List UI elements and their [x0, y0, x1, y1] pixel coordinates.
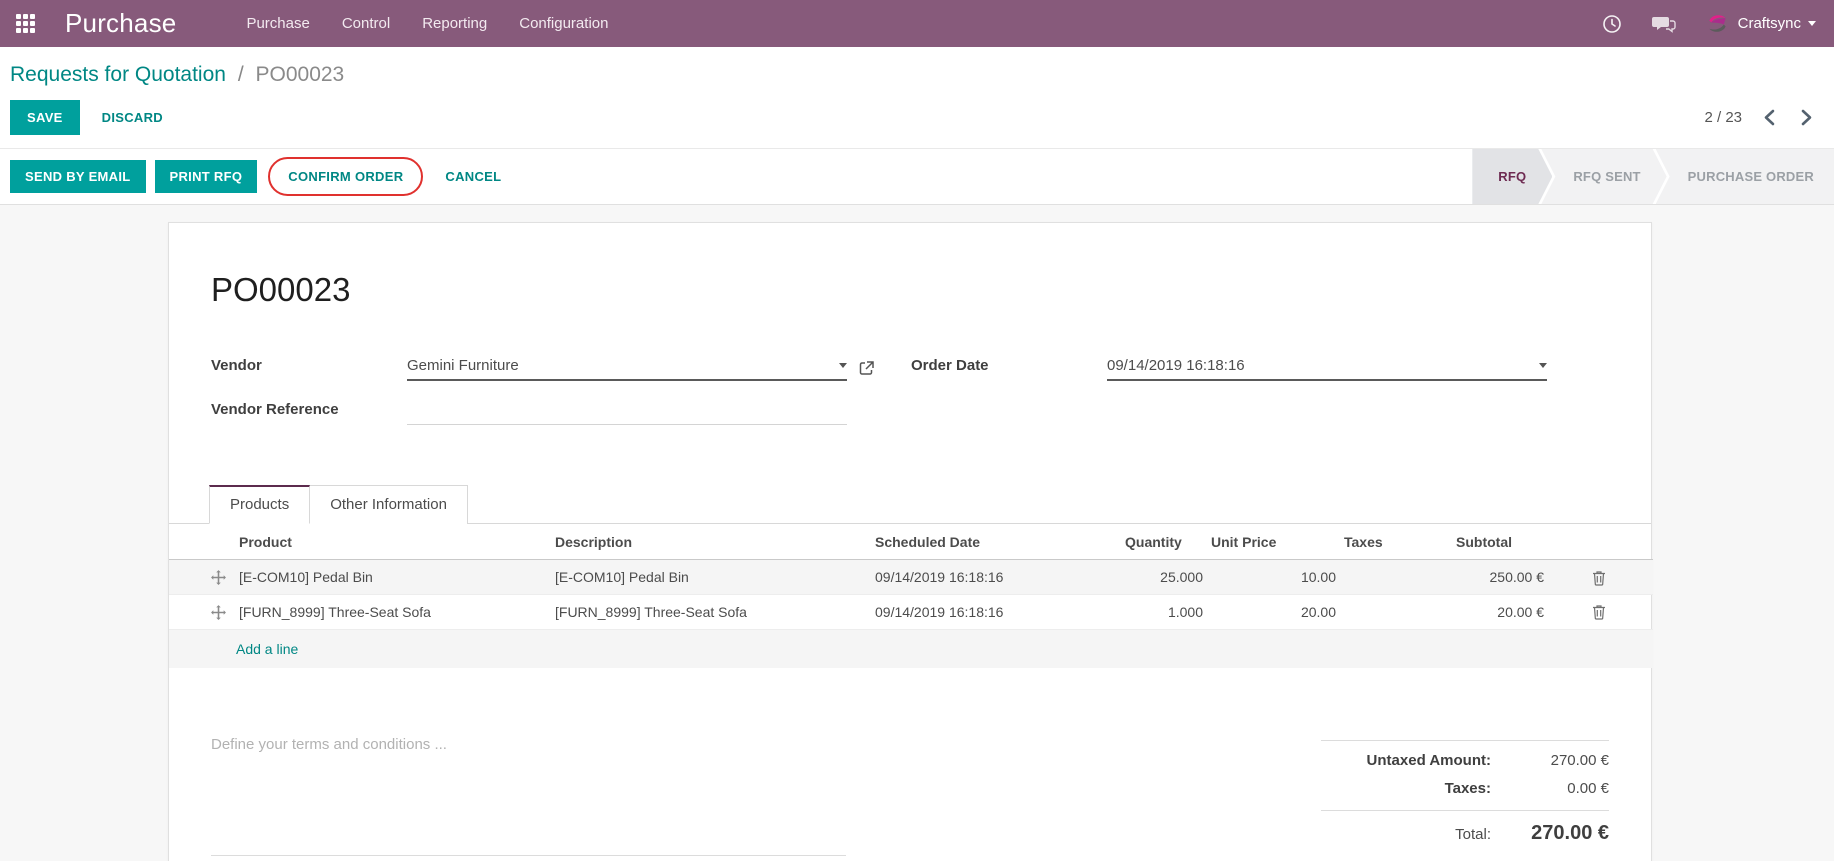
breadcrumb: Requests for Quotation / PO00023 — [0, 47, 1834, 87]
product-cell[interactable]: [E-COM10] Pedal Bin — [235, 560, 551, 595]
drag-handle-icon[interactable] — [210, 569, 227, 586]
subtotal-cell: 250.00 € — [1452, 560, 1548, 595]
table-header-row: Product Description Scheduled Date Quant… — [169, 524, 1653, 560]
order-lines-table: Product Description Scheduled Date Quant… — [169, 524, 1653, 668]
company-logo — [1706, 12, 1729, 35]
cancel-button[interactable]: CANCEL — [431, 160, 515, 193]
pager-next-icon[interactable] — [1801, 109, 1812, 126]
description-cell[interactable]: [FURN_8999] Three-Seat Sofa — [551, 594, 871, 629]
unit-price-column-header: Unit Price — [1207, 524, 1340, 560]
subtotal-cell: 20.00 € — [1452, 594, 1548, 629]
vendor-reference-field[interactable] — [407, 397, 847, 425]
quantity-column-header: Quantity — [1121, 524, 1207, 560]
save-button[interactable]: SAVE — [10, 100, 80, 135]
tab-products[interactable]: Products — [209, 485, 310, 524]
app-brand: Purchase — [65, 8, 176, 39]
nav-item-purchase[interactable]: Purchase — [232, 9, 323, 38]
status-stage-rfq: RFQ — [1472, 149, 1552, 204]
order-date-label: Order Date — [911, 357, 1107, 381]
quantity-cell[interactable]: 25.000 — [1121, 560, 1207, 595]
total-value: 270.00 € — [1491, 822, 1609, 845]
add-a-line-link[interactable]: Add a line — [236, 641, 298, 657]
total-label: Total: — [1455, 826, 1491, 843]
nav-item-configuration[interactable]: Configuration — [505, 9, 622, 38]
top-nav: Purchase Purchase Control Reporting Conf… — [0, 0, 1834, 47]
description-column-header: Description — [551, 524, 871, 560]
trash-column-header — [1548, 524, 1653, 560]
statusbar: RFQ RFQ SENT PURCHASE ORDER — [1472, 149, 1834, 204]
delete-line-trash-icon[interactable] — [1592, 570, 1606, 586]
product-column-header: Product — [235, 524, 551, 560]
breadcrumb-separator: / — [238, 63, 244, 86]
page-title: PO00023 — [211, 223, 1609, 309]
untaxed-amount-label: Untaxed Amount: — [1367, 752, 1491, 769]
taxes-cell[interactable] — [1340, 560, 1452, 595]
vendor-field[interactable]: Gemini Furniture — [407, 357, 847, 381]
pager-count: 2 / 23 — [1704, 109, 1742, 126]
form-view-background: PO00023 Vendor Gemini Furniture Vendor R… — [0, 205, 1834, 861]
nav-menu: Purchase Control Reporting Configuration — [232, 9, 622, 38]
totals-block: Untaxed Amount: 270.00 € Taxes: 0.00 € T… — [1321, 740, 1609, 856]
messages-chat-icon[interactable] — [1652, 14, 1676, 34]
form-sheet: PO00023 Vendor Gemini Furniture Vendor R… — [168, 222, 1652, 861]
handle-column-header — [169, 524, 235, 560]
scheduled-date-column-header: Scheduled Date — [871, 524, 1121, 560]
print-rfq-button[interactable]: PRINT RFQ — [155, 160, 258, 193]
discard-button[interactable]: DISCARD — [90, 100, 175, 135]
quantity-cell[interactable]: 1.000 — [1121, 594, 1207, 629]
untaxed-amount-value: 270.00 € — [1491, 752, 1609, 769]
activities-clock-icon[interactable] — [1602, 14, 1622, 34]
action-toolbar: SEND BY EMAIL PRINT RFQ CONFIRM ORDER CA… — [0, 148, 1834, 205]
control-panel: Requests for Quotation / PO00023 SAVE DI… — [0, 47, 1834, 148]
order-date-value[interactable]: 09/14/2019 16:18:16 — [1107, 357, 1539, 374]
vendor-label: Vendor — [211, 357, 407, 381]
confirm-order-highlight-annotation: CONFIRM ORDER — [268, 157, 423, 196]
nav-right: Craftsync — [1572, 12, 1816, 35]
control-panel-buttons: SAVE DISCARD 2 / 23 — [0, 100, 1834, 148]
field-group: Vendor Gemini Furniture Vendor Reference — [211, 351, 1609, 439]
scheduled-date-cell[interactable]: 09/14/2019 16:18:16 — [871, 594, 1121, 629]
product-cell[interactable]: [FURN_8999] Three-Seat Sofa — [235, 594, 551, 629]
breadcrumb-current: PO00023 — [256, 63, 345, 86]
apps-menu-icon[interactable] — [16, 14, 35, 33]
tab-other-information[interactable]: Other Information — [310, 485, 468, 524]
taxes-column-header: Taxes — [1340, 524, 1452, 560]
confirm-order-button[interactable]: CONFIRM ORDER — [274, 160, 417, 193]
vendor-value[interactable]: Gemini Furniture — [407, 357, 839, 374]
send-by-email-button[interactable]: SEND BY EMAIL — [10, 160, 146, 193]
status-stage-rfq-sent: RFQ SENT — [1541, 149, 1666, 204]
pager-previous-icon[interactable] — [1764, 109, 1775, 126]
sheet-bottom: Define your terms and conditions ... Unt… — [211, 710, 1609, 856]
pager: 2 / 23 — [1704, 109, 1812, 126]
nav-item-reporting[interactable]: Reporting — [408, 9, 501, 38]
taxes-cell[interactable] — [1340, 594, 1452, 629]
nav-item-control[interactable]: Control — [328, 9, 404, 38]
vendor-external-link-icon[interactable] — [858, 360, 875, 377]
user-menu[interactable]: Craftsync — [1738, 15, 1801, 32]
breadcrumb-parent-link[interactable]: Requests for Quotation — [10, 63, 226, 86]
vendor-reference-label: Vendor Reference — [211, 401, 407, 425]
unit-price-cell[interactable]: 10.00 — [1207, 560, 1340, 595]
user-menu-caret-icon[interactable] — [1808, 21, 1816, 26]
order-date-dropdown-caret-icon[interactable] — [1539, 363, 1547, 368]
drag-handle-icon[interactable] — [210, 604, 227, 621]
description-cell[interactable]: [E-COM10] Pedal Bin — [551, 560, 871, 595]
delete-line-trash-icon[interactable] — [1592, 604, 1606, 620]
subtotal-column-header: Subtotal — [1452, 524, 1548, 560]
status-stage-purchase-order: PURCHASE ORDER — [1656, 149, 1834, 204]
taxes-value: 0.00 € — [1491, 780, 1609, 797]
taxes-label: Taxes: — [1445, 780, 1491, 797]
scheduled-date-cell[interactable]: 09/14/2019 16:18:16 — [871, 560, 1121, 595]
unit-price-cell[interactable]: 20.00 — [1207, 594, 1340, 629]
table-row: [FURN_8999] Three-Seat Sofa [FURN_8999] … — [169, 594, 1653, 629]
table-row: [E-COM10] Pedal Bin [E-COM10] Pedal Bin … — [169, 560, 1653, 595]
add-line-row: Add a line — [169, 629, 1653, 668]
terms-and-conditions-field[interactable]: Define your terms and conditions ... — [211, 710, 846, 856]
order-date-field[interactable]: 09/14/2019 16:18:16 — [1107, 357, 1547, 381]
notebook-tabs: Products Other Information — [169, 485, 1651, 524]
vendor-dropdown-caret-icon[interactable] — [839, 363, 847, 368]
